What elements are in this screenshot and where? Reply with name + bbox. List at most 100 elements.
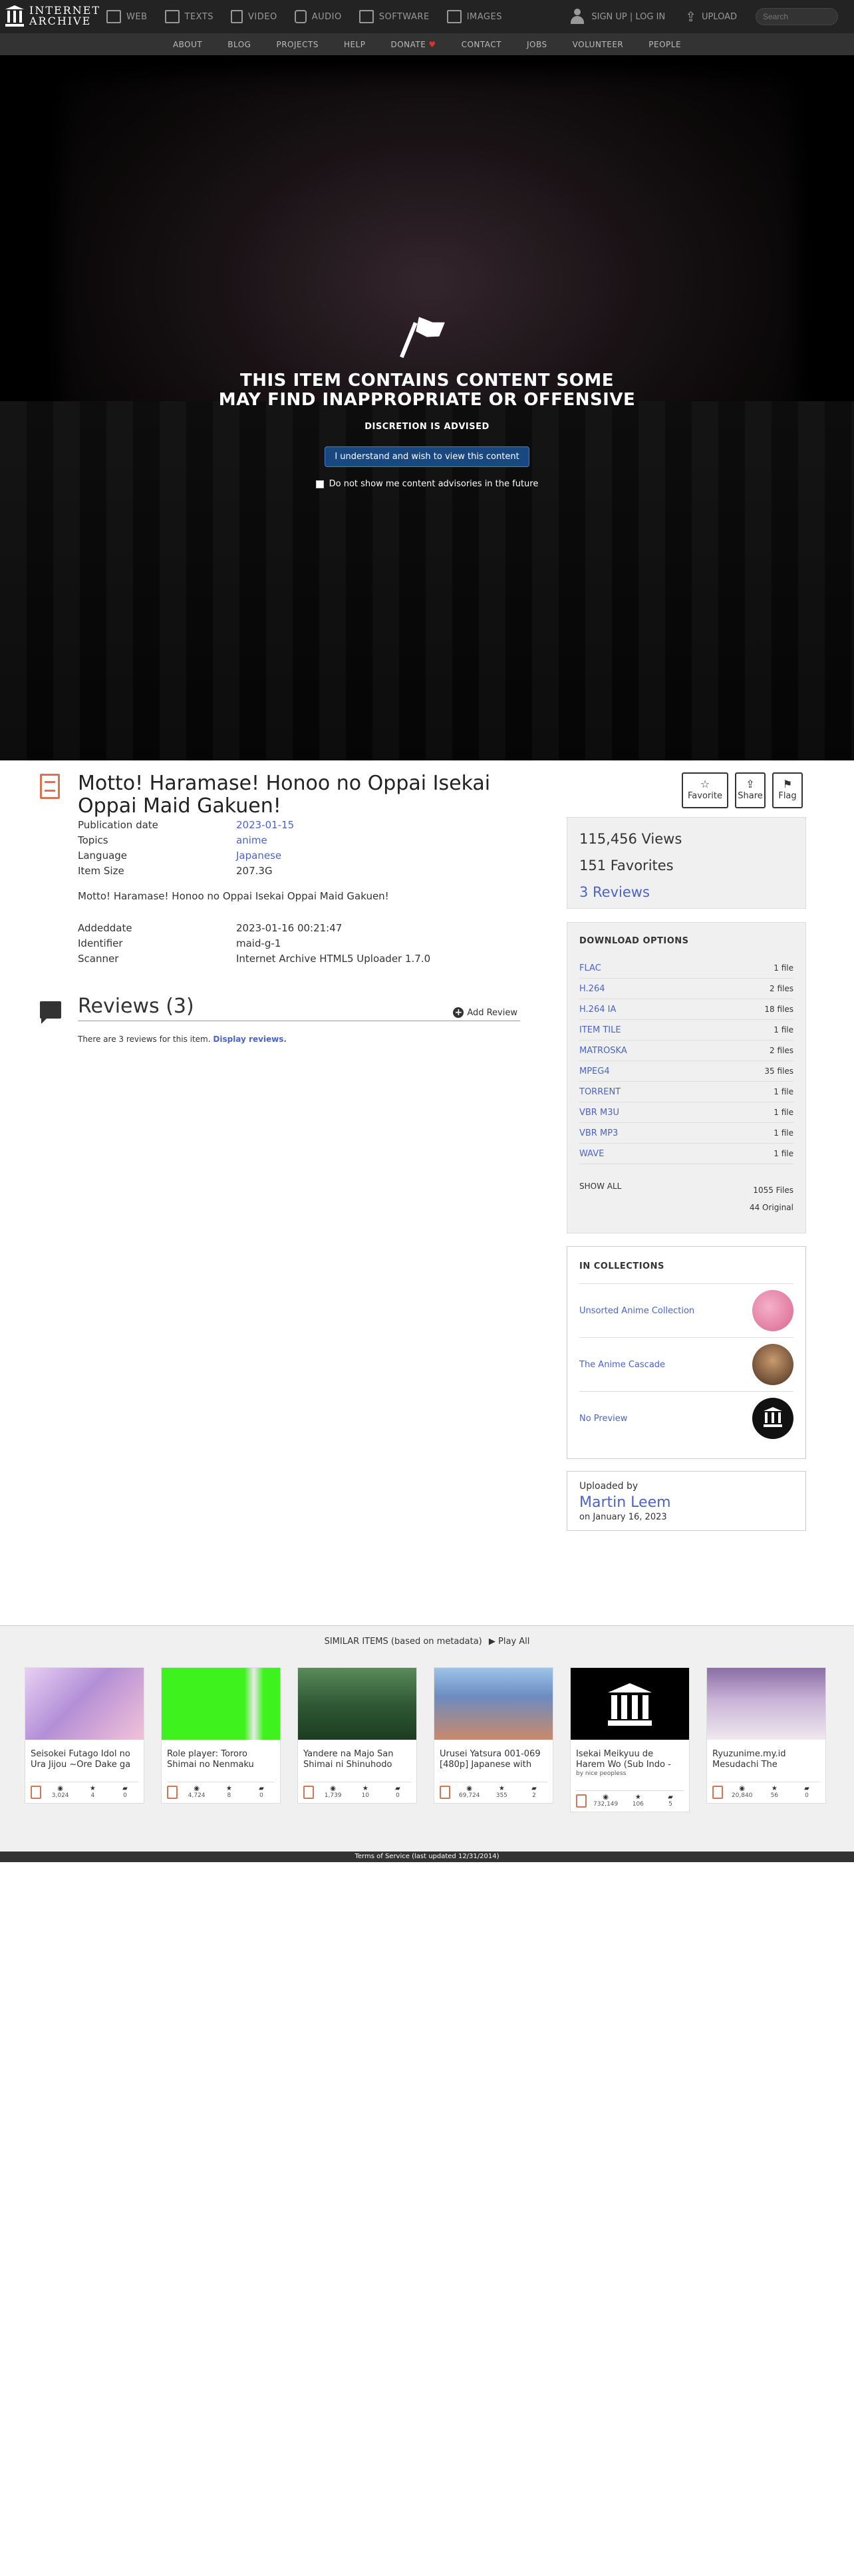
item-stats: 115,456 Views 151 Favorites 3 Reviews xyxy=(567,817,806,909)
nav-web[interactable]: WEB xyxy=(106,10,148,23)
terms-of-service-link[interactable]: Terms of Service (last updated 12/31/201… xyxy=(355,1853,499,1860)
download-row[interactable]: MPEG4 35 files xyxy=(579,1061,793,1082)
uploader-name-link[interactable]: Martin Leem xyxy=(579,1494,793,1511)
upload-link[interactable]: UPLOAD xyxy=(702,12,737,22)
collection-item[interactable]: Unsorted Anime Collection xyxy=(579,1283,793,1337)
subnav-contact[interactable]: CONTACT xyxy=(462,40,501,49)
download-format[interactable]: VBR M3U xyxy=(579,1108,619,1118)
topic-link[interactable]: anime xyxy=(236,834,267,846)
play-all-link[interactable]: Play All xyxy=(498,1637,529,1647)
share-button[interactable]: ⇪ Share xyxy=(735,772,766,808)
eye-icon: ◉ xyxy=(194,1785,200,1792)
star-icon: ★ xyxy=(498,1785,505,1792)
signup-login-link[interactable]: SIGN UP | LOG IN xyxy=(591,12,665,22)
download-row[interactable]: WAVE 1 file xyxy=(579,1144,793,1164)
card-thumbnail[interactable] xyxy=(25,1668,144,1740)
card-thumbnail[interactable] xyxy=(707,1668,825,1740)
views-stat: ◉ 732,149 xyxy=(593,1794,619,1808)
collection-name[interactable]: Unsorted Anime Collection xyxy=(579,1306,694,1316)
collection-name[interactable]: No Preview xyxy=(579,1414,627,1424)
card-title[interactable]: Seisokei Futago Idol no Ura Jijou ~Ore D… xyxy=(31,1749,138,1770)
comment-icon: ▰ xyxy=(259,1785,264,1792)
similar-item-card[interactable]: Urusei Yatsura 001-069 [480p] Japanese w… xyxy=(434,1667,553,1804)
download-row[interactable]: VBR M3U 1 file xyxy=(579,1102,793,1123)
secondary-nav: ABOUT BLOG PROJECTS HELP DONATE ♥ CONTACT… xyxy=(0,33,854,55)
subnav-people[interactable]: PEOPLE xyxy=(648,40,681,49)
nav-texts[interactable]: TEXTS xyxy=(164,10,214,23)
download-row[interactable]: H.264 IA 18 files xyxy=(579,999,793,1020)
upload-icon[interactable]: ⇪ xyxy=(685,9,696,25)
similar-item-card[interactable]: Role player: Tororo Shimai no Nenmaku ◉ 4… xyxy=(161,1667,281,1804)
similar-item-card[interactable]: Isekai Meikyuu de Harem Wo (Sub Indo - b… xyxy=(570,1667,690,1812)
card-thumbnail[interactable] xyxy=(571,1668,689,1740)
item-metadata-extra: Addeddate 2023-01-16 00:21:47 Identifier m… xyxy=(78,920,503,966)
publication-date-link[interactable]: 2023-01-15 xyxy=(236,819,294,831)
favorites-value: 355 xyxy=(496,1792,507,1799)
download-format[interactable]: FLAC xyxy=(579,963,601,973)
subnav-about[interactable]: ABOUT xyxy=(173,40,202,49)
card-thumbnail[interactable] xyxy=(162,1668,280,1740)
download-format[interactable]: MPEG4 xyxy=(579,1066,610,1076)
advisory-optout[interactable]: Do not show me content advisories in the… xyxy=(0,479,854,489)
download-row[interactable]: ITEM TILE 1 file xyxy=(579,1020,793,1041)
similar-item-card[interactable]: Ryuzunime.my.id Mesudachi The ◉ 20,840 ★ 5… xyxy=(706,1667,826,1804)
flag-button[interactable]: ⚑ Flag xyxy=(772,772,803,808)
star-icon: ★ xyxy=(89,1785,96,1792)
download-format[interactable]: H.264 IA xyxy=(579,1005,616,1015)
comment-icon: ▰ xyxy=(668,1794,673,1801)
collection-item[interactable]: The Anime Cascade xyxy=(579,1337,793,1391)
download-row[interactable]: TORRENT 1 file xyxy=(579,1082,793,1102)
add-review-button[interactable]: + Add Review xyxy=(453,1007,517,1018)
card-thumbnail[interactable] xyxy=(298,1668,416,1740)
download-format[interactable]: WAVE xyxy=(579,1149,604,1159)
card-title[interactable]: Yandere na Majo San Shimai ni Shinuhodo xyxy=(303,1749,411,1770)
collection-name[interactable]: The Anime Cascade xyxy=(579,1360,665,1370)
search-input[interactable] xyxy=(756,8,838,25)
language-link[interactable]: Japanese xyxy=(236,850,281,862)
download-row[interactable]: FLAC 1 file xyxy=(579,958,793,979)
favorite-button[interactable]: ☆ Favorite xyxy=(682,772,728,808)
card-title[interactable]: Isekai Meikyuu de Harem Wo (Sub Indo - xyxy=(576,1749,684,1770)
download-format[interactable]: ITEM TILE xyxy=(579,1025,621,1035)
subnav-blog[interactable]: BLOG xyxy=(227,40,251,49)
collection-thumbnail[interactable] xyxy=(752,1290,793,1331)
card-title[interactable]: Role player: Tororo Shimai no Nenmaku xyxy=(167,1749,275,1770)
nav-images[interactable]: IMAGES xyxy=(446,10,502,23)
download-format[interactable]: VBR MP3 xyxy=(579,1128,618,1138)
internet-archive-logo[interactable]: INTERNET ARCHIVE xyxy=(5,5,100,27)
similar-item-card[interactable]: Seisokei Futago Idol no Ura Jijou ~Ore D… xyxy=(25,1667,144,1804)
nav-software[interactable]: SOFTWARE xyxy=(358,10,430,23)
metadata-key: Scanner xyxy=(78,952,119,965)
similar-item-card[interactable]: Yandere na Majo San Shimai ni Shinuhodo … xyxy=(297,1667,417,1804)
card-thumbnail[interactable] xyxy=(434,1668,553,1740)
nav-audio[interactable]: AUDIO xyxy=(294,10,342,23)
reviews-value: 5 xyxy=(668,1801,672,1808)
display-reviews-link[interactable]: Display reviews. xyxy=(213,1035,287,1044)
reviews-count-link[interactable]: 3 Reviews xyxy=(579,879,793,905)
download-row[interactable]: H.264 2 files xyxy=(579,979,793,999)
card-stats: ◉ 3,024 ★ 4 ▰ 0 xyxy=(31,1782,138,1799)
plus-icon: + xyxy=(453,1007,464,1018)
user-icon[interactable] xyxy=(570,9,585,25)
subnav-volunteer[interactable]: VOLUNTEER xyxy=(573,40,624,49)
collection-thumbnail[interactable] xyxy=(752,1344,793,1385)
download-format[interactable]: MATROSKA xyxy=(579,1046,627,1056)
archive-building-icon[interactable] xyxy=(752,1398,793,1439)
download-row[interactable]: VBR MP3 1 file xyxy=(579,1123,793,1144)
subnav-help[interactable]: HELP xyxy=(344,40,366,49)
download-format[interactable]: TORRENT xyxy=(579,1087,621,1097)
collection-item[interactable]: No Preview xyxy=(579,1391,793,1445)
optout-checkbox[interactable] xyxy=(315,480,324,488)
play-icon[interactable]: ▶ xyxy=(489,1637,496,1647)
view-content-button[interactable]: I understand and wish to view this conte… xyxy=(325,446,529,467)
reviews-count-text: There are 3 reviews for this item. xyxy=(78,1035,211,1044)
subnav-donate[interactable]: DONATE ♥ xyxy=(390,40,436,49)
download-format[interactable]: H.264 xyxy=(579,984,605,994)
download-row[interactable]: MATROSKA 2 files xyxy=(579,1041,793,1061)
subnav-projects[interactable]: PROJECTS xyxy=(276,40,318,49)
card-title[interactable]: Ryuzunime.my.id Mesudachi The xyxy=(712,1749,820,1770)
show-all-link[interactable]: SHOW ALL xyxy=(579,1182,621,1191)
card-title[interactable]: Urusei Yatsura 001-069 [480p] Japanese w… xyxy=(440,1749,547,1770)
subnav-jobs[interactable]: JOBS xyxy=(527,40,547,49)
nav-video[interactable]: VIDEO xyxy=(231,10,277,23)
